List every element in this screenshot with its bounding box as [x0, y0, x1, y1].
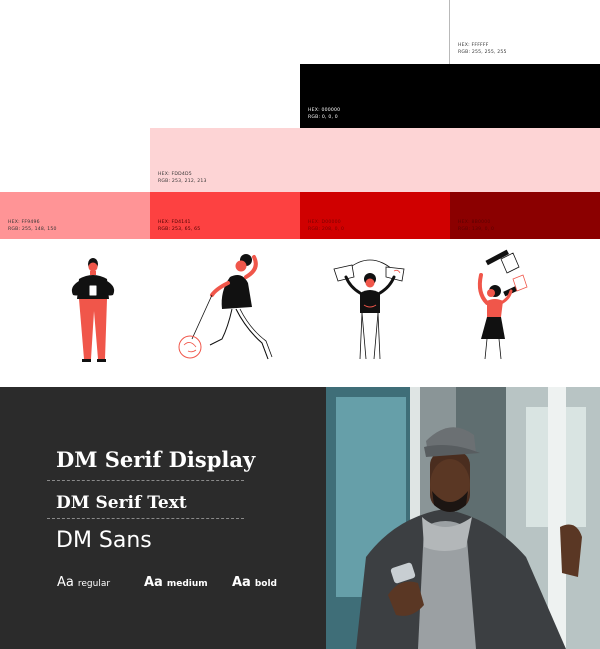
swatch-salmon: HEX: FF9496 RGB: 255, 148, 150	[0, 192, 150, 239]
illustration-strip	[0, 239, 600, 387]
swatch-hex: HEX: FD4141	[158, 220, 191, 225]
man-on-train-photo	[326, 387, 600, 649]
divider	[47, 480, 244, 481]
typography-panel: DM Serif Display DM Serif Text DM Sans A…	[0, 387, 326, 649]
swatch-hex: HEX: FDD4D5	[158, 172, 192, 177]
swatch-red: HEX: FD4141 RGB: 253, 65, 65	[150, 192, 300, 239]
weight-name: bold	[254, 579, 277, 589]
woman-holding-signs-illustration	[477, 249, 528, 360]
divider	[47, 518, 244, 519]
font-sample-dm-serif-display: DM Serif Display	[56, 447, 256, 472]
font-sample-dm-sans: DM Sans	[56, 528, 152, 553]
woman-holding-banner-illustration	[333, 259, 405, 360]
swatch-crimson: HEX: D00000 RGB: 208, 0, 0	[300, 192, 450, 239]
swatch-hex: HEX: D00000	[308, 220, 341, 225]
weight-name: medium	[166, 579, 208, 589]
weight-sample-bold: Aa bold	[232, 571, 277, 590]
swatch-dark-red: HEX: 8B0000 RGB: 139, 0, 0	[450, 192, 600, 239]
weight-aa: Aa	[57, 575, 74, 590]
swatch-black: HEX: 000000 RGB: 0, 0, 0	[300, 64, 600, 128]
swatch-rgb: RGB: 253, 65, 65	[158, 227, 201, 232]
swatch-rgb: RGB: 139, 0, 0	[458, 227, 495, 232]
swatch-hex: HEX: FF9496	[8, 220, 40, 225]
weight-sample-regular: Aa regular	[57, 571, 110, 590]
man-holding-phone-illustration	[71, 258, 115, 362]
swatch-white: HEX: FFFFFF RGB: 255, 255, 255	[450, 0, 600, 64]
font-sample-dm-serif-text: DM Serif Text	[56, 493, 187, 513]
swatch-rgb: RGB: 208, 0, 0	[308, 227, 345, 232]
swatch-rgb: RGB: 255, 255, 255	[458, 50, 507, 55]
swatch-hex: HEX: 000000	[308, 108, 341, 113]
swatch-pale-pink: HEX: FDD4D5 RGB: 253, 212, 213	[150, 128, 600, 192]
swatch-rgb: RGB: 0, 0, 0	[308, 115, 338, 120]
swatch-hex: HEX: 8B0000	[458, 220, 491, 225]
swatch-rgb: RGB: 253, 212, 213	[158, 179, 207, 184]
weight-aa: Aa	[232, 575, 251, 590]
swatch-rgb: RGB: 255, 148, 150	[8, 227, 57, 232]
weight-sample-medium: Aa medium	[144, 571, 208, 590]
swatch-hex: HEX: FFFFFF	[458, 43, 489, 48]
woman-running-with-balloon-illustration	[178, 254, 273, 360]
weight-aa: Aa	[144, 575, 163, 590]
weight-name: regular	[77, 579, 111, 589]
